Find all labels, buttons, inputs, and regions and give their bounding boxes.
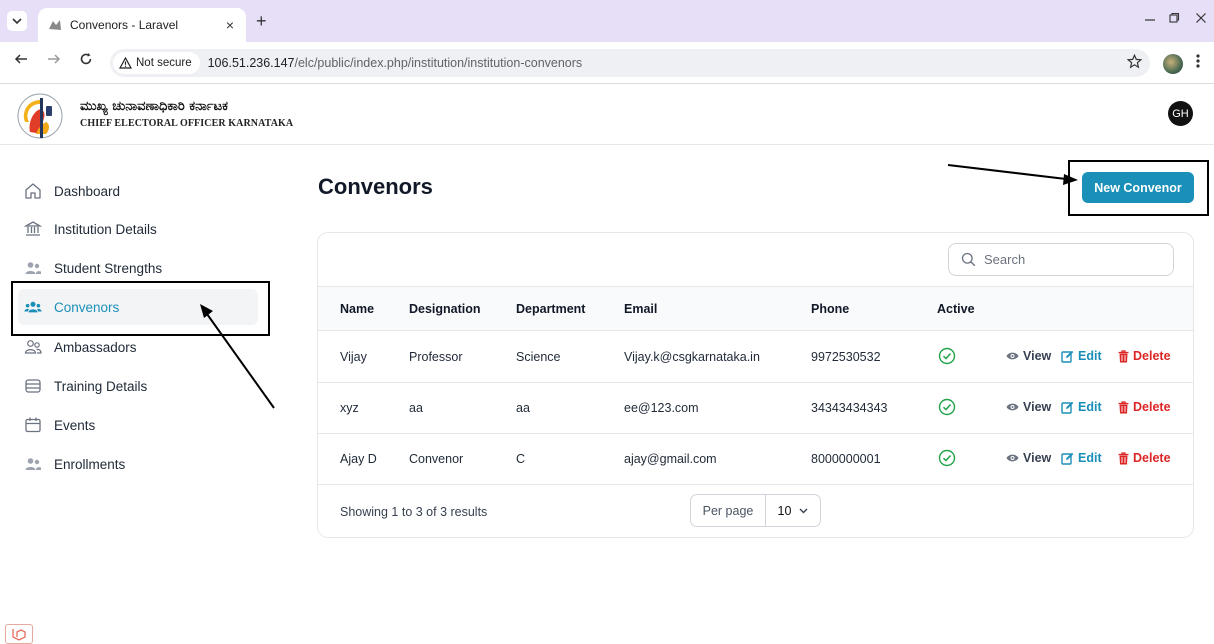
edit-icon [1061,401,1074,414]
edit-button[interactable]: Edit [1061,400,1102,414]
view-button[interactable]: View [1006,349,1051,363]
cell-department: Science [516,350,561,364]
edit-button[interactable]: Edit [1061,451,1102,465]
new-convenor-button[interactable]: New Convenor [1082,172,1194,203]
cell-name: Vijay [340,350,367,364]
cell-phone: 34343434343 [811,401,888,415]
per-page-label: Per page [691,495,766,526]
per-page-value-box[interactable]: 10 [766,495,820,526]
column-header-email[interactable]: Email [624,302,657,316]
table-row: Ajay D Convenor C ajay@gmail.com 8000000… [318,434,1193,485]
cell-department: C [516,452,526,466]
column-header-name[interactable]: Name [340,302,374,316]
search-input[interactable] [984,252,1154,267]
per-page-select[interactable]: Per page 10 [690,494,821,527]
delete-button[interactable]: Delete [1118,349,1171,363]
eye-icon [1006,352,1019,360]
column-header-active[interactable]: Active [937,302,975,316]
annotation-arrowhead [200,304,213,318]
column-header-phone[interactable]: Phone [811,302,849,316]
page-title: Convenors [318,174,433,199]
column-header-designation[interactable]: Designation [409,302,481,316]
annotation-arrow-new-convenor [947,164,1067,180]
column-header-department[interactable]: Department [516,302,585,316]
edit-icon [1061,350,1074,363]
cell-designation: Professor [409,350,463,364]
cell-phone: 9972530532 [811,350,881,364]
eye-icon [1006,403,1019,411]
per-page-value: 10 [777,503,792,518]
active-check-icon [938,398,956,421]
search-icon [961,252,976,267]
active-check-icon [938,347,956,370]
edit-icon [1061,452,1074,465]
delete-button[interactable]: Delete [1118,451,1171,465]
chevron-down-icon [799,508,808,513]
laravel-debug-icon[interactable] [5,624,33,644]
cell-phone: 8000000001 [811,452,881,466]
table-row: xyz aa aa ee@123.com 34343434343 View Ed… [318,383,1193,434]
view-button[interactable]: View [1006,400,1051,414]
table-header: Name Designation Department Email Phone … [318,286,1193,331]
delete-button[interactable]: Delete [1118,400,1171,414]
edit-button[interactable]: Edit [1061,349,1102,363]
cell-name: xyz [340,401,359,415]
trash-icon [1118,400,1129,413]
cell-department: aa [516,401,530,415]
cell-email: ajay@gmail.com [624,452,717,466]
view-button[interactable]: View [1006,451,1051,465]
eye-icon [1006,454,1019,462]
pagination-summary: Showing 1 to 3 of 3 results [340,505,488,519]
search-field[interactable] [948,243,1174,276]
cell-email: Vijay.k@csgkarnataka.in [624,350,760,364]
annotation-arrowhead [1063,174,1078,185]
trash-icon [1118,451,1129,464]
cell-designation: Convenor [409,452,464,466]
cell-name: Ajay D [340,452,377,466]
cell-designation: aa [409,401,423,415]
trash-icon [1118,349,1129,362]
table-row: Vijay Professor Science Vijay.k@csgkarna… [318,332,1193,383]
annotation-arrow-convenors [206,313,275,409]
convenors-table-card: Name Designation Department Email Phone … [317,232,1194,538]
cell-email: ee@123.com [624,401,699,415]
active-check-icon [938,449,956,472]
